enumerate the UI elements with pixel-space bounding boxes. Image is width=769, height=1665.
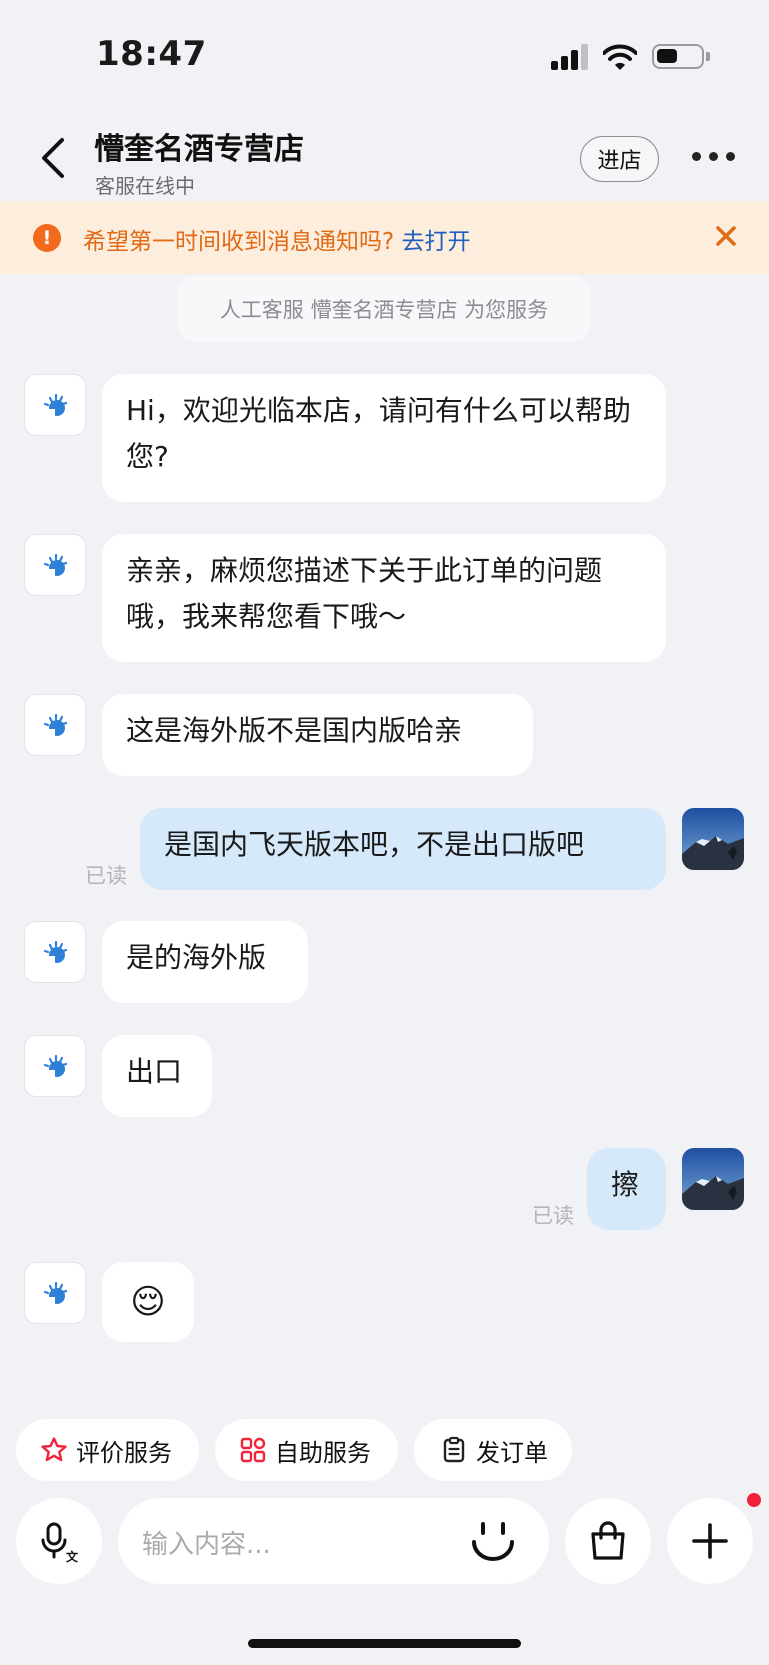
agent-avatar <box>24 1035 86 1097</box>
message-bubble: 出口 <box>102 1035 212 1117</box>
message-bubble: 擦 <box>587 1148 666 1230</box>
rate-service-label: 评价服务 <box>76 1438 172 1467</box>
back-arrow-icon[interactable] <box>36 136 70 180</box>
agent-avatar <box>24 374 86 436</box>
send-order-button[interactable]: 发订单 <box>414 1419 572 1481</box>
self-service-label: 自助服务 <box>275 1438 371 1467</box>
system-message: 人工客服 懵奎名酒专营店 为您服务 <box>177 276 591 342</box>
read-receipt: 已读 <box>532 1204 574 1228</box>
message-bubble: Hi，欢迎光临本店，请问有什么可以帮助您? <box>102 374 666 502</box>
agent-logo-icon <box>43 553 68 577</box>
send-order-label: 发订单 <box>476 1438 548 1467</box>
store-title: 懵奎名酒专营店 <box>94 132 304 167</box>
cellular-signal-icon <box>551 44 591 70</box>
self-service-button[interactable]: 自助服务 <box>215 1419 398 1481</box>
message-bubble: 😌 <box>102 1262 194 1342</box>
home-indicator <box>248 1639 521 1648</box>
relieved-face-emoji: 😌 <box>130 1282 166 1322</box>
user-avatar <box>682 808 744 870</box>
shopping-bag-button[interactable] <box>565 1498 651 1584</box>
service-status: 客服在线中 <box>95 174 195 198</box>
read-receipt: 已读 <box>85 864 127 888</box>
message-bubble: 亲亲，麻烦您描述下关于此订单的问题哦，我来帮您看下哦～ <box>102 534 666 662</box>
user-avatar <box>682 1148 744 1210</box>
wifi-icon <box>603 44 637 70</box>
agent-avatar <box>24 921 86 983</box>
message-bubble: 是国内飞天版本吧，不是出口版吧 <box>140 808 666 890</box>
more-actions-button[interactable] <box>667 1498 753 1584</box>
star-icon <box>41 1437 67 1462</box>
agent-logo-icon <box>43 1054 68 1078</box>
battery-icon <box>652 44 710 69</box>
clipboard-icon <box>443 1436 465 1463</box>
close-icon[interactable] <box>711 221 741 251</box>
more-options-icon[interactable] <box>692 150 736 164</box>
agent-avatar <box>24 694 86 756</box>
voice-input-button[interactable]: 文 <box>16 1498 102 1584</box>
enter-store-button[interactable]: 进店 <box>580 136 659 182</box>
agent-logo-icon <box>43 393 68 417</box>
grid-icon <box>240 1437 266 1463</box>
agent-avatar <box>24 534 86 596</box>
agent-logo-icon <box>43 713 68 737</box>
message-bubble: 是的海外版 <box>102 921 308 1003</box>
svg-text:文: 文 <box>66 1549 79 1563</box>
rate-service-button[interactable]: 评价服务 <box>16 1419 199 1481</box>
agent-logo-icon <box>43 940 68 964</box>
warning-icon: ! <box>33 224 61 252</box>
microphone-translate-icon: 文 <box>41 1522 79 1563</box>
notification-dot <box>747 1493 761 1507</box>
plus-icon <box>692 1523 728 1559</box>
notice-message: 希望第一时间收到消息通知吗? <box>83 229 395 255</box>
emoji-icon[interactable] <box>470 1520 516 1562</box>
enable-notifications-link[interactable]: 去打开 <box>402 229 471 255</box>
status-time: 18:47 <box>96 34 207 74</box>
shopping-bag-icon <box>591 1521 625 1560</box>
agent-logo-icon <box>43 1281 68 1305</box>
message-bubble: 这是海外版不是国内版哈亲 <box>102 694 533 776</box>
notice-text: 希望第一时间收到消息通知吗? 去打开 <box>83 222 471 256</box>
agent-avatar <box>24 1262 86 1324</box>
message-input-placeholder: 输入内容... <box>142 1530 271 1560</box>
